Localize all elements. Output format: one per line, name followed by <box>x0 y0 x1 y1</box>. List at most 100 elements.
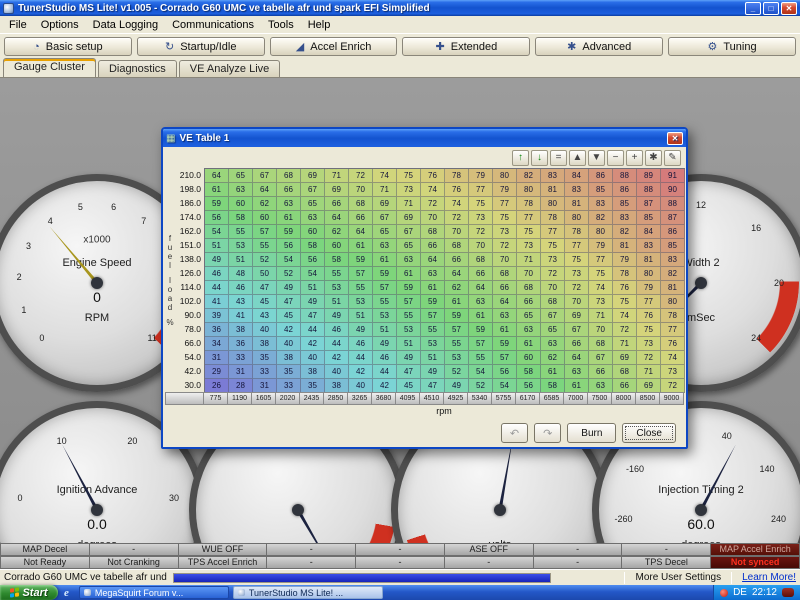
ve-cell[interactable]: 58 <box>325 253 349 267</box>
multiply-icon[interactable]: ✱ <box>645 150 662 166</box>
ve-cell[interactable]: 83 <box>613 211 637 225</box>
ve-cell[interactable]: 46 <box>325 323 349 337</box>
ve-cell[interactable]: 68 <box>493 267 517 281</box>
rpm-axis-label[interactable]: 8000 <box>612 392 636 405</box>
ve-cell[interactable]: 62 <box>445 281 469 295</box>
internet-explorer-icon[interactable]: e <box>64 587 69 599</box>
ve-cell[interactable]: 65 <box>517 309 541 323</box>
ve-cell[interactable]: 73 <box>517 239 541 253</box>
ve-cell[interactable]: 72 <box>469 225 493 239</box>
language-indicator[interactable]: DE <box>733 587 747 598</box>
ve-cell[interactable]: 71 <box>517 253 541 267</box>
ve-cell[interactable]: 35 <box>253 351 277 365</box>
ve-cell[interactable]: 69 <box>565 309 589 323</box>
toolbar-button-basic-setup[interactable]: ◔Basic setup <box>4 37 132 56</box>
ve-cell[interactable]: 79 <box>637 281 661 295</box>
ve-cell[interactable]: 89 <box>637 169 661 183</box>
ve-cell[interactable]: 41 <box>205 295 229 309</box>
ve-cell[interactable]: 61 <box>493 323 517 337</box>
edit-icon[interactable]: ✎ <box>664 150 681 166</box>
rpm-axis-label[interactable]: 4925 <box>444 392 468 405</box>
ve-cell[interactable]: 78 <box>613 267 637 281</box>
ve-cell[interactable]: 60 <box>301 225 325 239</box>
rpm-axis-label[interactable]: 5340 <box>468 392 492 405</box>
ve-cell[interactable]: 76 <box>637 309 661 323</box>
ve-cell[interactable]: 64 <box>205 169 229 183</box>
ve-cell[interactable]: 68 <box>445 239 469 253</box>
ve-cell[interactable]: 61 <box>445 295 469 309</box>
tray-status-icon[interactable] <box>720 589 728 597</box>
plus-icon[interactable]: + <box>626 150 643 166</box>
ve-cell[interactable]: 53 <box>349 295 373 309</box>
maximize-button[interactable]: □ <box>763 2 779 15</box>
ve-cell[interactable]: 72 <box>445 211 469 225</box>
ve-cell[interactable]: 49 <box>349 323 373 337</box>
ve-cell[interactable]: 34 <box>205 337 229 351</box>
ve-cell[interactable]: 61 <box>277 211 301 225</box>
ve-cell[interactable]: 29 <box>205 365 229 379</box>
ve-cell[interactable]: 56 <box>205 211 229 225</box>
ve-cell[interactable]: 64 <box>349 225 373 239</box>
ve-cell[interactable]: 75 <box>469 197 493 211</box>
ve-cell[interactable]: 76 <box>613 281 637 295</box>
ve-cell[interactable]: 67 <box>253 169 277 183</box>
ve-cell[interactable]: 44 <box>205 281 229 295</box>
rpm-axis-label[interactable]: 9000 <box>660 392 684 405</box>
rpm-axis-label[interactable]: 7000 <box>564 392 588 405</box>
ve-cell[interactable]: 63 <box>517 323 541 337</box>
rpm-axis-label[interactable]: 7500 <box>588 392 612 405</box>
ve-cell[interactable]: 46 <box>349 337 373 351</box>
ve-cell[interactable]: 75 <box>589 267 613 281</box>
ve-cell[interactable]: 59 <box>421 295 445 309</box>
ve-cell[interactable]: 63 <box>421 267 445 281</box>
ve-cell[interactable]: 77 <box>493 197 517 211</box>
ve-cell[interactable]: 61 <box>565 379 589 393</box>
ve-cell[interactable]: 66 <box>469 267 493 281</box>
ve-cell[interactable]: 45 <box>253 295 277 309</box>
ve-cell[interactable]: 80 <box>517 183 541 197</box>
ve-cell[interactable]: 57 <box>445 323 469 337</box>
ve-cell[interactable]: 41 <box>229 309 253 323</box>
ve-cell[interactable]: 63 <box>397 253 421 267</box>
ve-cell[interactable]: 53 <box>325 281 349 295</box>
ve-cell[interactable]: 81 <box>661 281 685 295</box>
ve-cell[interactable]: 54 <box>301 267 325 281</box>
ve-cell[interactable]: 38 <box>325 379 349 393</box>
ve-cell[interactable]: 61 <box>373 253 397 267</box>
ve-cell[interactable]: 54 <box>205 225 229 239</box>
ve-cell[interactable]: 52 <box>445 365 469 379</box>
ve-cell[interactable]: 65 <box>397 239 421 253</box>
ve-cell[interactable]: 77 <box>541 225 565 239</box>
ve-cell[interactable]: 73 <box>661 365 685 379</box>
ve-cell[interactable]: 59 <box>397 281 421 295</box>
burn-button[interactable]: Burn <box>567 423 616 443</box>
ve-cell[interactable]: 83 <box>637 239 661 253</box>
ve-cell[interactable]: 75 <box>493 211 517 225</box>
ve-cell[interactable]: 51 <box>229 253 253 267</box>
ve-cell[interactable]: 26 <box>205 379 229 393</box>
redo-icon[interactable]: ↷ <box>534 423 561 443</box>
ve-cell[interactable]: 45 <box>397 379 421 393</box>
ve-cell[interactable]: 87 <box>637 197 661 211</box>
ve-cell[interactable]: 71 <box>397 197 421 211</box>
ve-cell[interactable]: 55 <box>229 225 253 239</box>
ve-cell[interactable]: 44 <box>349 351 373 365</box>
ve-cell[interactable]: 59 <box>445 309 469 323</box>
rpm-axis-label[interactable]: 3680 <box>372 392 396 405</box>
ve-cell[interactable]: 83 <box>661 253 685 267</box>
ve-cell[interactable]: 68 <box>349 197 373 211</box>
ve-cell[interactable]: 82 <box>517 169 541 183</box>
ve-cell[interactable]: 51 <box>325 295 349 309</box>
ve-cell[interactable]: 40 <box>277 337 301 351</box>
menu-help[interactable]: Help <box>301 17 338 33</box>
ve-cell[interactable]: 46 <box>373 351 397 365</box>
ve-cell[interactable]: 72 <box>565 281 589 295</box>
ve-cell[interactable]: 71 <box>373 183 397 197</box>
ve-cell[interactable]: 79 <box>613 253 637 267</box>
ve-cell[interactable]: 68 <box>517 281 541 295</box>
ve-cell[interactable]: 53 <box>445 351 469 365</box>
ve-cell[interactable]: 28 <box>229 379 253 393</box>
ve-cell[interactable]: 80 <box>493 169 517 183</box>
ve-cell[interactable]: 77 <box>469 183 493 197</box>
ve-cell[interactable]: 57 <box>493 351 517 365</box>
